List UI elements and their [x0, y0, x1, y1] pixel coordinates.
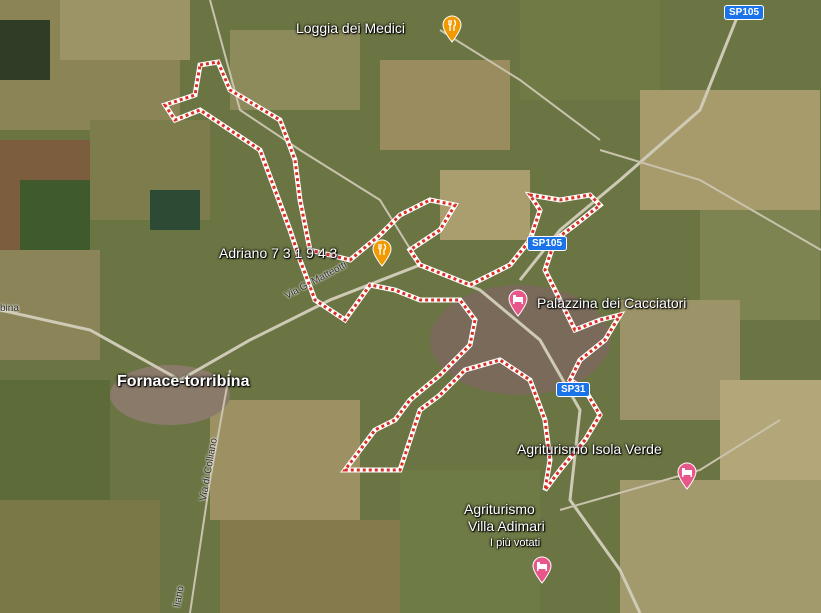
satellite-imagery [0, 0, 821, 613]
restaurant-icon[interactable] [371, 239, 393, 267]
town-label-fornace-torribina[interactable]: Fornace-torribina [117, 373, 249, 391]
poi-label-adriano[interactable]: Adriano 7 3 1 9 4 3 [219, 245, 337, 261]
poi-label-agriturismo-isola-verde[interactable]: Agriturismo Isola Verde [517, 441, 662, 457]
road-label-bina: bina [0, 303, 19, 314]
hotel-icon[interactable] [531, 556, 553, 584]
poi-label-agriturismo[interactable]: Agriturismo [464, 501, 535, 517]
poi-label-loggia-dei-medici[interactable]: Loggia dei Medici [296, 20, 405, 36]
hotel-icon[interactable] [507, 289, 529, 317]
hotel-icon[interactable] [676, 462, 698, 490]
road-shield-sp105-north: SP105 [724, 5, 765, 20]
road-shield-sp105: SP105 [527, 236, 568, 251]
poi-badge-top-rated: I più votati [490, 537, 541, 549]
road-shield-sp31: SP31 [556, 382, 591, 397]
map-view[interactable]: SP105 SP105 SP31 Via G. Matteotti Via di… [0, 0, 821, 613]
poi-label-palazzina-dei-cacciatori[interactable]: Palazzina dei Cacciatori [537, 295, 686, 311]
poi-label-villa-adimari[interactable]: Villa Adimari [468, 518, 545, 534]
restaurant-icon[interactable] [441, 15, 463, 43]
